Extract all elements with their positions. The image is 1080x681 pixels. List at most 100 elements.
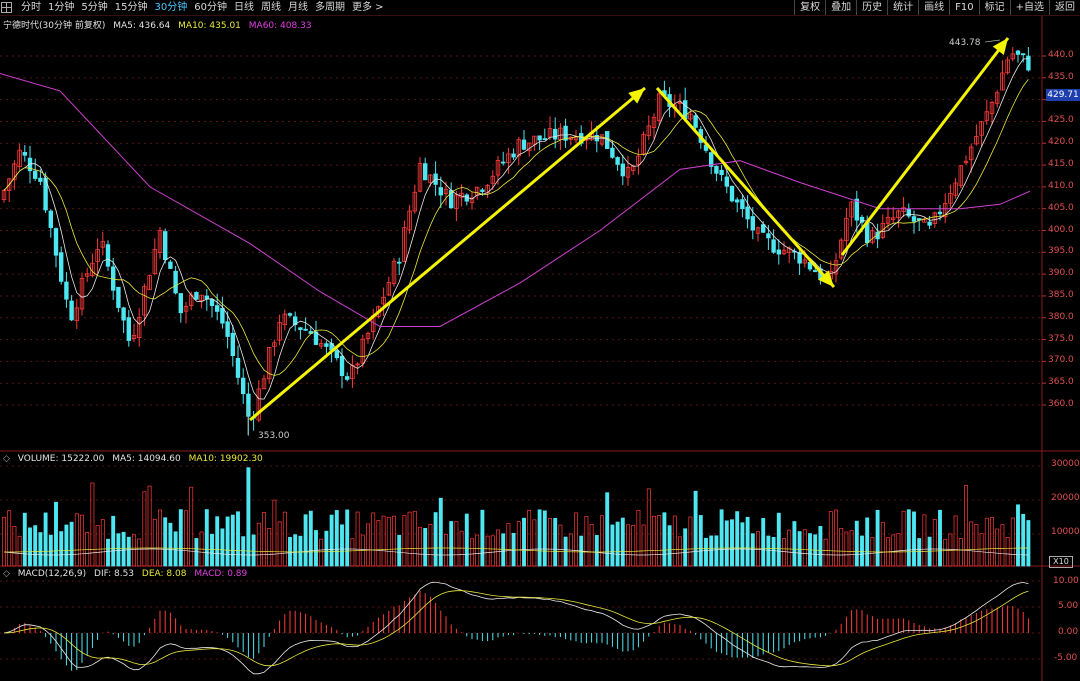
volume-unit-badge: X10 — [1049, 556, 1073, 568]
volume-bar — [490, 535, 495, 567]
macd-collapse-icon[interactable]: ◇ — [3, 569, 10, 579]
volume-bar — [236, 511, 240, 567]
candle-body — [116, 286, 121, 308]
volume-bar — [210, 533, 214, 567]
volume-bar — [1021, 513, 1026, 567]
candle-body — [33, 170, 38, 179]
volume-bar — [397, 534, 402, 567]
volume-bar — [802, 529, 807, 567]
candle-body — [438, 187, 443, 196]
volume-bar — [33, 525, 38, 567]
candle-body — [298, 327, 303, 331]
volume-bar — [704, 537, 708, 567]
volume-tick: 30000 — [1051, 459, 1080, 469]
volume-bar — [698, 515, 703, 567]
volume-collapse-icon[interactable]: ◇ — [3, 454, 10, 464]
candle-body — [225, 321, 230, 337]
volume-bar — [371, 512, 376, 567]
volume-bar — [230, 514, 235, 567]
candle-body — [480, 189, 485, 192]
stock-title: 宁德时代(30分钟 前复权) — [3, 21, 106, 31]
volume-bar — [610, 524, 615, 567]
volume-bar — [849, 530, 854, 567]
volume-bar — [745, 516, 750, 567]
volume-info-bar: ◇ VOLUME: 15222.00 MA5: 14094.60 MA10: 1… — [3, 454, 268, 464]
volume-bar — [990, 517, 994, 567]
volume-bar — [152, 518, 157, 567]
volume-bar — [932, 519, 937, 567]
price-tick: 380.0 — [1048, 311, 1074, 322]
volume-bar — [527, 509, 532, 567]
price-tick: 420.0 — [1048, 137, 1074, 148]
volume-bar — [522, 517, 526, 567]
volume-bar — [506, 523, 511, 567]
candle-body — [178, 293, 183, 314]
candle-body — [209, 299, 215, 306]
price-tick: 440.0 — [1048, 50, 1074, 60]
price-tick: 365.0 — [1048, 377, 1074, 388]
volume-bar — [1010, 517, 1015, 567]
candle-body — [204, 295, 209, 300]
candle-body — [1021, 53, 1026, 56]
volume-ma5-readout: MA5: 14094.60 — [112, 454, 181, 464]
volume-bar — [818, 526, 823, 567]
volume-bar — [106, 538, 110, 567]
volume-bar — [620, 517, 625, 567]
candle-body — [240, 377, 246, 395]
volume-tick: 20000 — [1051, 493, 1080, 503]
volume-bar — [854, 520, 859, 567]
price-info-bar: 宁德时代(30分钟 前复权) MA5: 436.64 MA10: 435.01 … — [3, 18, 317, 31]
price-tick: 435.0 — [1048, 71, 1074, 82]
candle-body — [396, 261, 402, 264]
volume-bar — [137, 538, 142, 567]
volume-bar — [626, 524, 630, 567]
volume-bar — [1016, 504, 1020, 567]
price-tick: 425.0 — [1048, 115, 1074, 126]
candle-body — [53, 228, 59, 256]
candle-body — [22, 152, 27, 156]
volume-bar — [69, 521, 74, 567]
price-tick: 375.0 — [1048, 333, 1074, 344]
volume-bar — [329, 514, 334, 567]
volume-bar — [714, 535, 719, 567]
volume-bar — [906, 509, 911, 567]
volume-bar — [423, 527, 428, 567]
volume-bar — [756, 531, 760, 567]
ma60-line — [0, 73, 1031, 327]
volume-bar — [22, 512, 27, 567]
candle-body — [724, 176, 729, 187]
volume-bar — [771, 536, 776, 567]
volume-bar — [100, 519, 105, 567]
volume-bar — [542, 510, 547, 567]
candle-body — [859, 216, 865, 223]
volume-bar — [1000, 524, 1005, 567]
volume-bar — [392, 515, 396, 567]
volume-bar — [979, 533, 984, 567]
volume-bar — [2, 516, 6, 567]
volume-bar — [366, 523, 370, 567]
volume-bar — [880, 521, 885, 567]
volume-bar — [896, 533, 901, 567]
volume-bar — [485, 535, 490, 567]
candle-body — [1026, 55, 1031, 71]
volume-bar — [943, 538, 948, 567]
volume-bar — [428, 523, 433, 567]
volume-bar — [672, 515, 677, 567]
volume-bar — [678, 536, 682, 567]
candle-body — [620, 163, 625, 177]
candle-body — [105, 244, 111, 267]
volume-bar — [875, 509, 880, 567]
volume-bar — [184, 510, 188, 567]
volume-bar — [948, 533, 953, 567]
macd-title: MACD(12,26,9) — [17, 569, 87, 579]
volume-bar — [376, 520, 381, 567]
candle-body — [162, 231, 168, 261]
volume-bar — [74, 513, 79, 567]
volume-bar — [355, 511, 360, 567]
candle-body — [911, 216, 917, 222]
volume-bar — [683, 528, 688, 567]
candle-body — [287, 313, 293, 316]
price-tick: 370.0 — [1048, 355, 1074, 366]
volume-bar — [912, 511, 916, 567]
volume-bar — [470, 538, 474, 567]
